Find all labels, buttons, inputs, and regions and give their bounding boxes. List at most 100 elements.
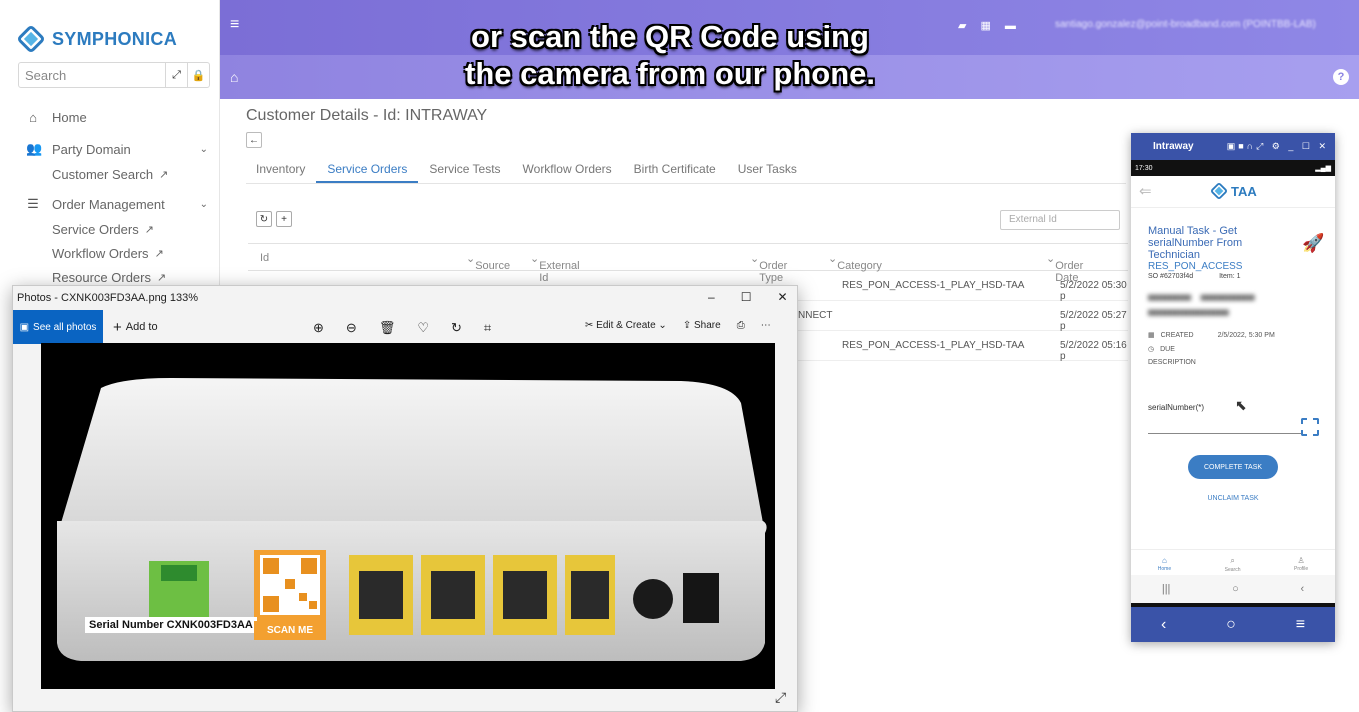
- delete-icon[interactable]: 🗑: [379, 320, 396, 336]
- serial-number-input[interactable]: [1148, 433, 1303, 434]
- expand-icon[interactable]: ⤢: [165, 63, 187, 87]
- sidebar-item-service-orders[interactable]: Service Orders ↗: [0, 218, 220, 240]
- tab-inventory[interactable]: Inventory: [246, 160, 316, 183]
- print-icon[interactable]: ⎙: [737, 320, 745, 331]
- tab-workflow-orders[interactable]: Workflow Orders: [512, 160, 623, 183]
- menu-icon[interactable]: ≡: [1296, 616, 1305, 634]
- sidebar-search-input[interactable]: Search ⤢ 🔒: [18, 62, 210, 88]
- add-icon[interactable]: +: [276, 211, 292, 227]
- app-name: TAA: [1231, 183, 1257, 199]
- home-icon: ⌂: [1162, 556, 1167, 565]
- sidebar-item-customer-search[interactable]: Customer Search ↗: [0, 163, 220, 185]
- refresh-icon[interactable]: ↻: [256, 211, 272, 227]
- caption-line-2: the camera from our phone.: [465, 56, 875, 91]
- phone-mirror-window[interactable]: Intraway ▣■∩⤢ ⚙ _ ☐ ✕ 17:30 ▂▄▆ ⇐ TAA Ma…: [1131, 133, 1335, 642]
- zoom-out-icon[interactable]: ⊖: [346, 320, 357, 336]
- sidebar-item-label: Workflow Orders: [52, 245, 149, 261]
- nav-profile[interactable]: ♙ Profile: [1294, 550, 1308, 575]
- blurred-info: ▆▆▆▆▆▆▆▆ ▆▆▆▆▆▆▆▆▆▆: [1148, 294, 1255, 301]
- row-order-date: 5/2/2022 05:27 p: [1060, 310, 1127, 332]
- brand-name: SYMPHONICA: [52, 28, 178, 49]
- minimize-icon[interactable]: –: [708, 290, 715, 304]
- sidebar-item-label: Order Management: [52, 196, 165, 212]
- external-link-icon: ↗: [159, 168, 169, 181]
- edit-create-button[interactable]: ✂ Edit & Create ⌄: [585, 320, 667, 331]
- caption-line-1: or scan the QR Code using: [471, 19, 869, 54]
- column-header-source[interactable]: ⌄ Source: [466, 252, 510, 272]
- tab-service-orders[interactable]: Service Orders: [316, 160, 419, 183]
- user-account[interactable]: santiago.gonzalez@point-broadband.com (P…: [1055, 19, 1316, 30]
- home-circle-icon[interactable]: ○: [1226, 616, 1236, 634]
- photos-window[interactable]: Photos - CXNK003FD3AA.png 133% – ☐ ✕ ▣ S…: [12, 285, 798, 712]
- rotate-icon[interactable]: ↻: [451, 320, 462, 336]
- close-icon[interactable]: ✕: [777, 290, 787, 304]
- brand-logo[interactable]: SYMPHONICA: [18, 22, 177, 56]
- favorite-icon[interactable]: ♡: [417, 320, 429, 336]
- taa-logo: TAA: [1211, 183, 1257, 199]
- share-button[interactable]: ⇪ Share: [683, 320, 721, 331]
- task-so-line: SO #62703f4d Item: 1: [1148, 273, 1241, 280]
- chevron-down-icon: ⌄: [199, 198, 208, 210]
- mouse-cursor-icon: ⬉: [1235, 397, 1247, 413]
- users-icon: 👥: [26, 141, 43, 156]
- back-chevron-icon[interactable]: ‹: [1161, 616, 1166, 634]
- lock-icon[interactable]: 🔒: [187, 63, 209, 87]
- search-placeholder: Search: [25, 67, 67, 83]
- flag-icon[interactable]: ▬: [1005, 20, 1016, 32]
- symphonica-logo-icon: [18, 26, 44, 52]
- sidebar-item-label: Home: [52, 109, 87, 125]
- column-header-order-type[interactable]: ⌄ Order Type: [750, 252, 787, 284]
- profile-icon: ♙: [1297, 556, 1305, 565]
- photos-right-actions: ✂ Edit & Create ⌄ ⇪ Share ⎙ ⋯: [585, 320, 771, 331]
- menu-toggle-icon[interactable]: ≡: [230, 16, 239, 34]
- window-controls: – ☐ ✕: [708, 290, 788, 304]
- back-button[interactable]: ←: [246, 132, 262, 148]
- table-header: Id ⌄ Source ⌄ External Id ⌄ Order Type ⌄…: [248, 243, 1128, 284]
- breadcrumb-home-icon[interactable]: ⌂: [230, 69, 238, 85]
- blurred-info: ▆▆▆▆▆▆▆▆▆▆▆▆▆▆▆: [1148, 309, 1229, 316]
- due-row: ◷ DUE: [1148, 345, 1175, 354]
- phone-window-header: Intraway ▣■∩⤢ ⚙ _ ☐ ✕: [1131, 133, 1335, 160]
- tab-user-tasks[interactable]: User Tasks: [727, 160, 808, 183]
- phone-window-controls[interactable]: ▣■∩⤢ ⚙ _ ☐ ✕: [1227, 141, 1329, 152]
- sidebar-item-order-management[interactable]: ☰ Order Management ⌄: [0, 193, 220, 215]
- complete-task-button[interactable]: COMPLETE TASK: [1188, 455, 1278, 479]
- router-illustration: [57, 378, 767, 661]
- external-link-icon: ↗: [144, 223, 154, 236]
- phone-bottom-nav: ⌂ Home ⌕ Search ♙ Profile: [1131, 549, 1335, 575]
- nav-home[interactable]: ⌂ Home: [1158, 550, 1171, 575]
- row-order-date: 5/2/2022 05:30 p: [1060, 280, 1127, 302]
- qr-scan-icon[interactable]: [1301, 418, 1319, 436]
- grid-icon[interactable]: ▦: [980, 19, 990, 32]
- customer-tabs: Inventory Service Orders Service Tests W…: [246, 160, 1126, 184]
- back-arrow-icon[interactable]: ⇐: [1139, 182, 1152, 200]
- calendar-icon: ▦: [1148, 332, 1155, 339]
- router-photo: Serial Number CXNK003FD3AA SCAN ME: [41, 343, 775, 689]
- crop-icon[interactable]: ⌗: [484, 320, 491, 336]
- column-header-id[interactable]: Id: [260, 252, 269, 264]
- column-header-category[interactable]: ⌄ Category: [828, 252, 882, 272]
- nav-search[interactable]: ⌕ Search: [1225, 550, 1241, 575]
- created-row: ▦ CREATED 2/5/2022, 5:30 PM: [1148, 331, 1275, 340]
- recents-icon[interactable]: |||: [1162, 583, 1171, 595]
- maximize-icon[interactable]: ☐: [741, 290, 752, 304]
- help-icon[interactable]: ?: [1333, 69, 1349, 85]
- sidebar-item-home[interactable]: ⌂ Home: [0, 106, 220, 128]
- back-chevron-icon[interactable]: ‹: [1300, 583, 1304, 595]
- fullscreen-icon[interactable]: ⤢: [775, 689, 786, 706]
- sidebar-item-party-domain[interactable]: 👥 Party Domain ⌄: [0, 138, 220, 160]
- see-all-photos-button[interactable]: ▣ See all photos: [13, 310, 103, 344]
- add-to-button[interactable]: + Add to: [113, 319, 158, 336]
- home-icon: ⌂: [29, 109, 37, 125]
- zoom-in-icon[interactable]: ⊕: [313, 320, 324, 336]
- more-icon[interactable]: ⋯: [761, 320, 771, 331]
- unclaim-task-button[interactable]: UNCLAIM TASK: [1131, 495, 1335, 502]
- tab-birth-certificate[interactable]: Birth Certificate: [623, 160, 727, 183]
- home-circle-icon[interactable]: ○: [1232, 583, 1239, 595]
- external-id-filter-input[interactable]: External Id: [1000, 210, 1120, 230]
- sidebar-item-workflow-orders[interactable]: Workflow Orders ↗: [0, 242, 220, 264]
- column-header-order-date[interactable]: ⌄ Order Date: [1046, 252, 1083, 284]
- task-category: RES_PON_ACCESS: [1148, 261, 1243, 272]
- column-header-external-id[interactable]: ⌄ External Id: [530, 252, 580, 284]
- tab-service-tests[interactable]: Service Tests: [418, 160, 511, 183]
